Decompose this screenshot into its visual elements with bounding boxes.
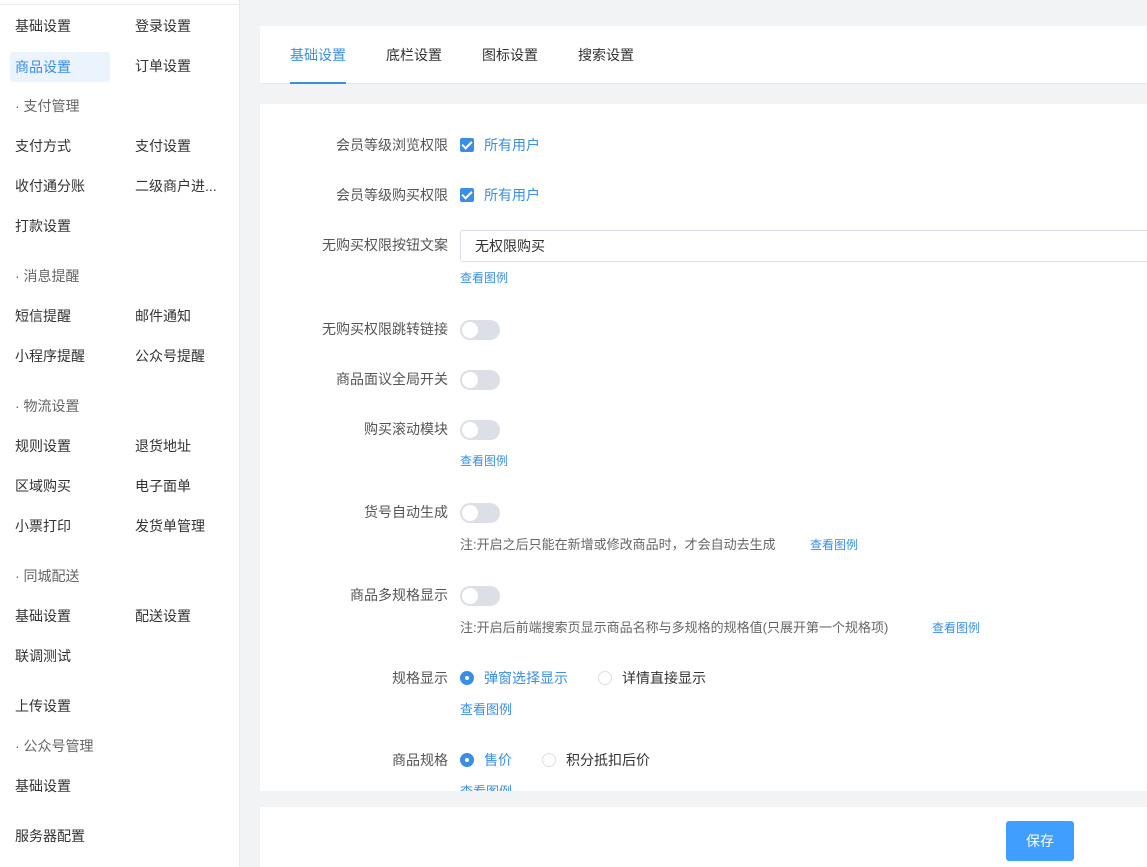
sidebar-item[interactable]: 打款设置 xyxy=(10,211,110,241)
sidebar-item[interactable]: 联调测试 xyxy=(10,641,110,671)
scroll-module-label: 购买滚动模块 xyxy=(364,421,448,437)
no-buy-text-label: 无购买权限按钮文案 xyxy=(322,237,448,253)
goods-spec-option-price[interactable]: 售价 xyxy=(484,750,512,770)
negotiate-toggle[interactable] xyxy=(460,370,500,390)
buy-permission-checkbox[interactable] xyxy=(460,188,474,202)
no-buy-link-toggle[interactable] xyxy=(460,320,500,340)
auto-sku-note: 注:开启之后只能在新增或修改商品时，才会自动去生成 xyxy=(460,537,776,552)
auto-sku-label: 货号自动生成 xyxy=(364,504,448,520)
sidebar-item[interactable]: 配送设置 xyxy=(135,601,230,631)
sidebar-item[interactable]: 登录设置 xyxy=(135,11,230,41)
goods-spec-label: 商品规格 xyxy=(392,752,448,768)
sidebar-item[interactable]: 商品设置 xyxy=(10,52,110,82)
sidebar-item[interactable]: 小程序提醒 xyxy=(10,341,110,371)
sidebar-item[interactable]: 基础设置 xyxy=(10,601,110,631)
sidebar-item[interactable]: 服务器配置 xyxy=(10,821,110,851)
buy-permission-option[interactable]: 所有用户 xyxy=(484,185,540,205)
sidebar-group-title: · 公众号管理 xyxy=(15,738,94,754)
divider xyxy=(0,4,240,5)
multi-spec-label: 商品多规格显示 xyxy=(350,587,448,603)
multi-spec-toggle[interactable] xyxy=(460,586,500,606)
sidebar-group-title: · 消息提醒 xyxy=(15,268,80,284)
buy-permission-label: 会员等级购买权限 xyxy=(336,187,448,203)
tab-bar: 基础设置 底栏设置 图标设置 搜索设置 xyxy=(260,26,1147,84)
settings-form: 会员等级浏览权限 所有用户 会员等级购买权限 所有用户 无购买权限按钮文案 无权… xyxy=(260,104,1147,791)
goods-spec-radio-points[interactable] xyxy=(542,753,556,767)
spec-display-radio-popup[interactable] xyxy=(460,671,474,685)
sidebar-item[interactable]: 电子面单 xyxy=(135,471,230,501)
goods-spec-option-points[interactable]: 积分抵扣后价 xyxy=(566,750,650,770)
spec-display-option-popup[interactable]: 弹窗选择显示 xyxy=(484,668,568,688)
view-example-link[interactable]: 查看图例 xyxy=(932,619,980,637)
negotiate-label: 商品面议全局开关 xyxy=(336,371,448,387)
spec-display-label: 规格显示 xyxy=(392,670,448,686)
settings-sidebar: 基础设置 登录设置 商品设置 订单设置 · 支付管理 支付方式 支付设置 收付通分账 二级商户进… xyxy=(0,0,240,867)
sidebar-group-title: · 物流设置 xyxy=(15,398,80,414)
sidebar-item[interactable]: 规则设置 xyxy=(10,431,110,461)
sidebar-item[interactable]: 上传设置 xyxy=(10,691,110,721)
scroll-module-toggle[interactable] xyxy=(460,420,500,440)
sidebar-item[interactable]: 支付设置 xyxy=(135,131,230,161)
tab-search-settings[interactable]: 搜索设置 xyxy=(578,26,634,84)
sidebar-item[interactable]: 基础设置 xyxy=(10,11,110,41)
view-example-link[interactable]: 查看图例 xyxy=(810,536,858,554)
view-example-link[interactable]: 查看图例 xyxy=(460,783,512,791)
tab-basic-settings[interactable]: 基础设置 xyxy=(290,26,346,84)
sidebar-item[interactable]: 区域购买 xyxy=(10,471,110,501)
save-button[interactable]: 保存 xyxy=(1006,821,1074,861)
goods-spec-radio-price[interactable] xyxy=(460,753,474,767)
action-bar: 保存 xyxy=(260,807,1147,867)
tab-bottom-bar-settings[interactable]: 底栏设置 xyxy=(386,26,442,84)
sidebar-item[interactable]: 发货单管理 xyxy=(135,511,230,541)
view-example-link[interactable]: 查看图例 xyxy=(460,452,508,470)
multi-spec-note: 注:开启后前端搜索页显示商品名称与多规格的规格值(只展开第一个规格项) xyxy=(460,620,889,635)
sidebar-item[interactable]: 短信提醒 xyxy=(10,301,110,331)
sidebar-item[interactable]: 支付方式 xyxy=(10,131,110,161)
browse-permission-label: 会员等级浏览权限 xyxy=(336,137,448,153)
spec-display-option-detail[interactable]: 详情直接显示 xyxy=(622,668,706,688)
no-buy-text-input[interactable]: 无权限购买 xyxy=(460,230,1147,262)
sidebar-item[interactable]: 订单设置 xyxy=(135,51,230,81)
view-example-link[interactable]: 查看图例 xyxy=(460,701,512,719)
view-example-link[interactable]: 查看图例 xyxy=(460,269,508,287)
sidebar-group-title: · 同城配送 xyxy=(15,568,80,584)
sidebar-item[interactable]: 基础设置 xyxy=(10,771,110,801)
sidebar-item[interactable]: 邮件通知 xyxy=(135,301,230,331)
sidebar-item[interactable]: 退货地址 xyxy=(135,431,230,461)
no-buy-link-label: 无购买权限跳转链接 xyxy=(322,321,448,337)
sidebar-item[interactable]: 小票打印 xyxy=(10,511,110,541)
sidebar-item[interactable]: 收付通分账 xyxy=(10,171,110,201)
browse-permission-checkbox[interactable] xyxy=(460,138,474,152)
auto-sku-toggle[interactable] xyxy=(460,503,500,523)
browse-permission-option[interactable]: 所有用户 xyxy=(484,135,540,155)
sidebar-item[interactable]: 二级商户进... xyxy=(135,171,230,201)
sidebar-group-title: · 支付管理 xyxy=(15,98,80,114)
spec-display-radio-detail[interactable] xyxy=(598,671,612,685)
sidebar-item[interactable]: 公众号提醒 xyxy=(135,341,230,371)
tab-icon-settings[interactable]: 图标设置 xyxy=(482,26,538,84)
